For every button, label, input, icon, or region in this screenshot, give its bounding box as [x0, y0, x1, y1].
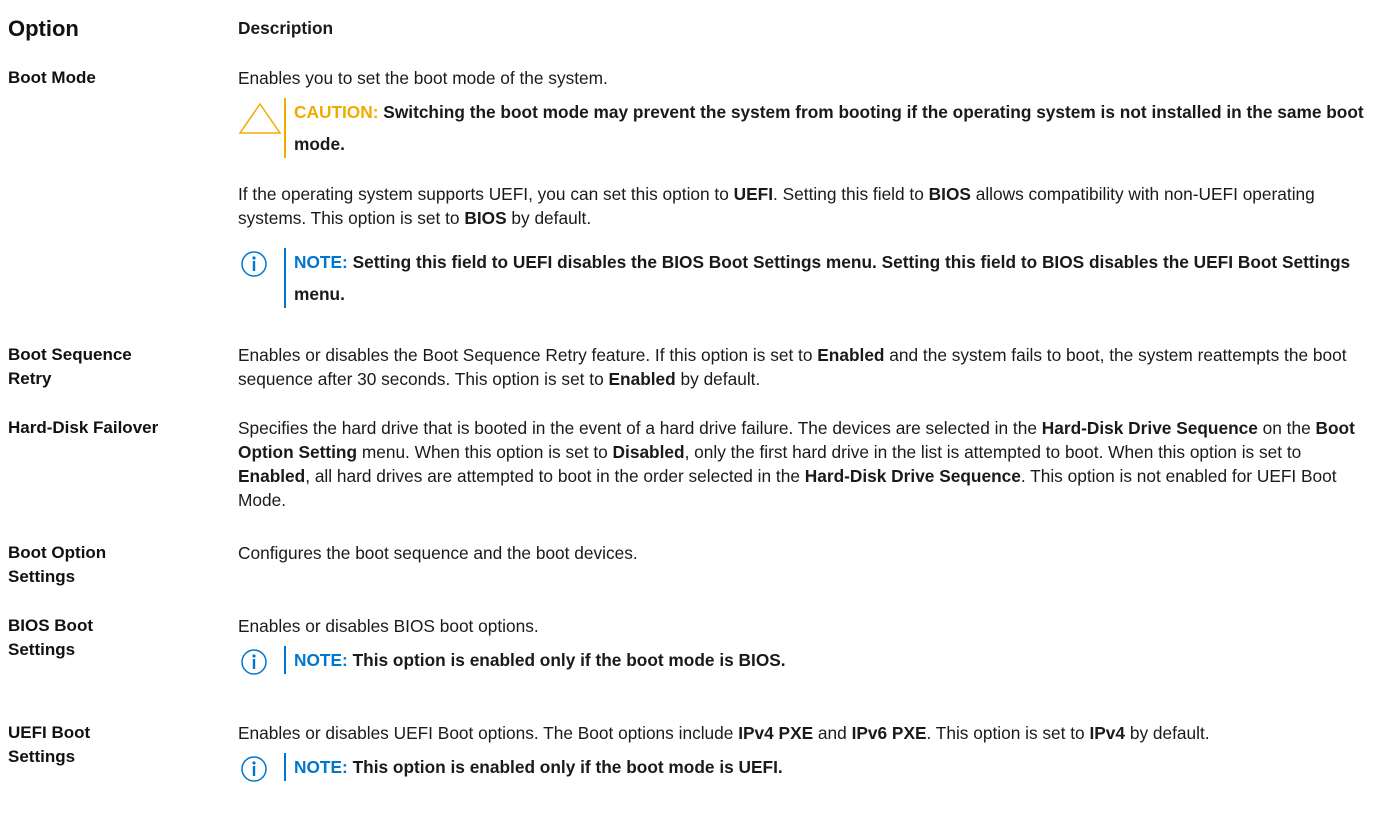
note-bar [284, 646, 286, 674]
option-description: Enables you to set the boot mode of the … [238, 66, 1368, 310]
option-label: Hard-Disk Failover [8, 418, 159, 437]
description-text: Enables or disables the Boot Sequence Re… [238, 345, 1347, 389]
note-callout: NOTE: Setting this field to UEFI disable… [238, 246, 1368, 310]
caution-keyword: CAUTION: [294, 102, 379, 122]
note-callout: NOTE: This option is enabled only if the… [238, 644, 1368, 676]
note-callout: NOTE: This option is enabled only if the… [238, 751, 1368, 783]
description-text: Enables or disables UEFI Boot options. T… [238, 723, 1210, 743]
option-description: Enables or disables BIOS boot options. N… [238, 614, 1368, 676]
note-text: Setting this field to UEFI disables the … [294, 252, 1351, 304]
info-icon [240, 646, 284, 678]
description-text: Specifies the hard drive that is booted … [238, 418, 1355, 510]
option-description: Enables or disables UEFI Boot options. T… [238, 721, 1368, 783]
option-label: Boot Option Settings [8, 543, 107, 586]
note-body: NOTE: This option is enabled only if the… [286, 751, 1368, 783]
option-description: Specifies the hard drive that is booted … [238, 416, 1368, 512]
option-label: Boot Mode [8, 68, 96, 87]
header-description: Description [238, 18, 334, 38]
note-keyword: NOTE: [294, 252, 348, 272]
description-text: Enables or disables BIOS boot options. [238, 616, 539, 636]
description-text: Configures the boot sequence and the boo… [238, 543, 638, 563]
option-label: Boot Sequence Retry [8, 345, 132, 388]
note-keyword: NOTE: [294, 650, 348, 670]
note-text: This option is enabled only if the boot … [352, 757, 783, 777]
info-icon [240, 753, 284, 785]
header-option: Option [8, 16, 79, 41]
note-body: NOTE: This option is enabled only if the… [286, 644, 1368, 676]
option-label: BIOS Boot Settings [8, 616, 93, 659]
note-bar [284, 248, 286, 308]
caution-bar [284, 98, 286, 158]
info-icon [240, 248, 284, 280]
caution-body: CAUTION: Switching the boot mode may pre… [286, 96, 1368, 160]
option-description: Configures the boot sequence and the boo… [238, 541, 1368, 565]
note-bar [284, 753, 286, 781]
note-text: This option is enabled only if the boot … [352, 650, 786, 670]
warning-triangle-icon [238, 102, 282, 134]
note-keyword: NOTE: [294, 757, 348, 777]
caution-text: Switching the boot mode may prevent the … [294, 102, 1364, 154]
option-label: UEFI Boot Settings [8, 723, 91, 766]
description-text: Enables you to set the boot mode of the … [238, 68, 608, 88]
note-body: NOTE: Setting this field to UEFI disable… [286, 246, 1368, 310]
option-description: Enables or disables the Boot Sequence Re… [238, 343, 1368, 391]
description-text: If the operating system supports UEFI, y… [238, 184, 1315, 228]
caution-callout: CAUTION: Switching the boot mode may pre… [238, 96, 1368, 160]
